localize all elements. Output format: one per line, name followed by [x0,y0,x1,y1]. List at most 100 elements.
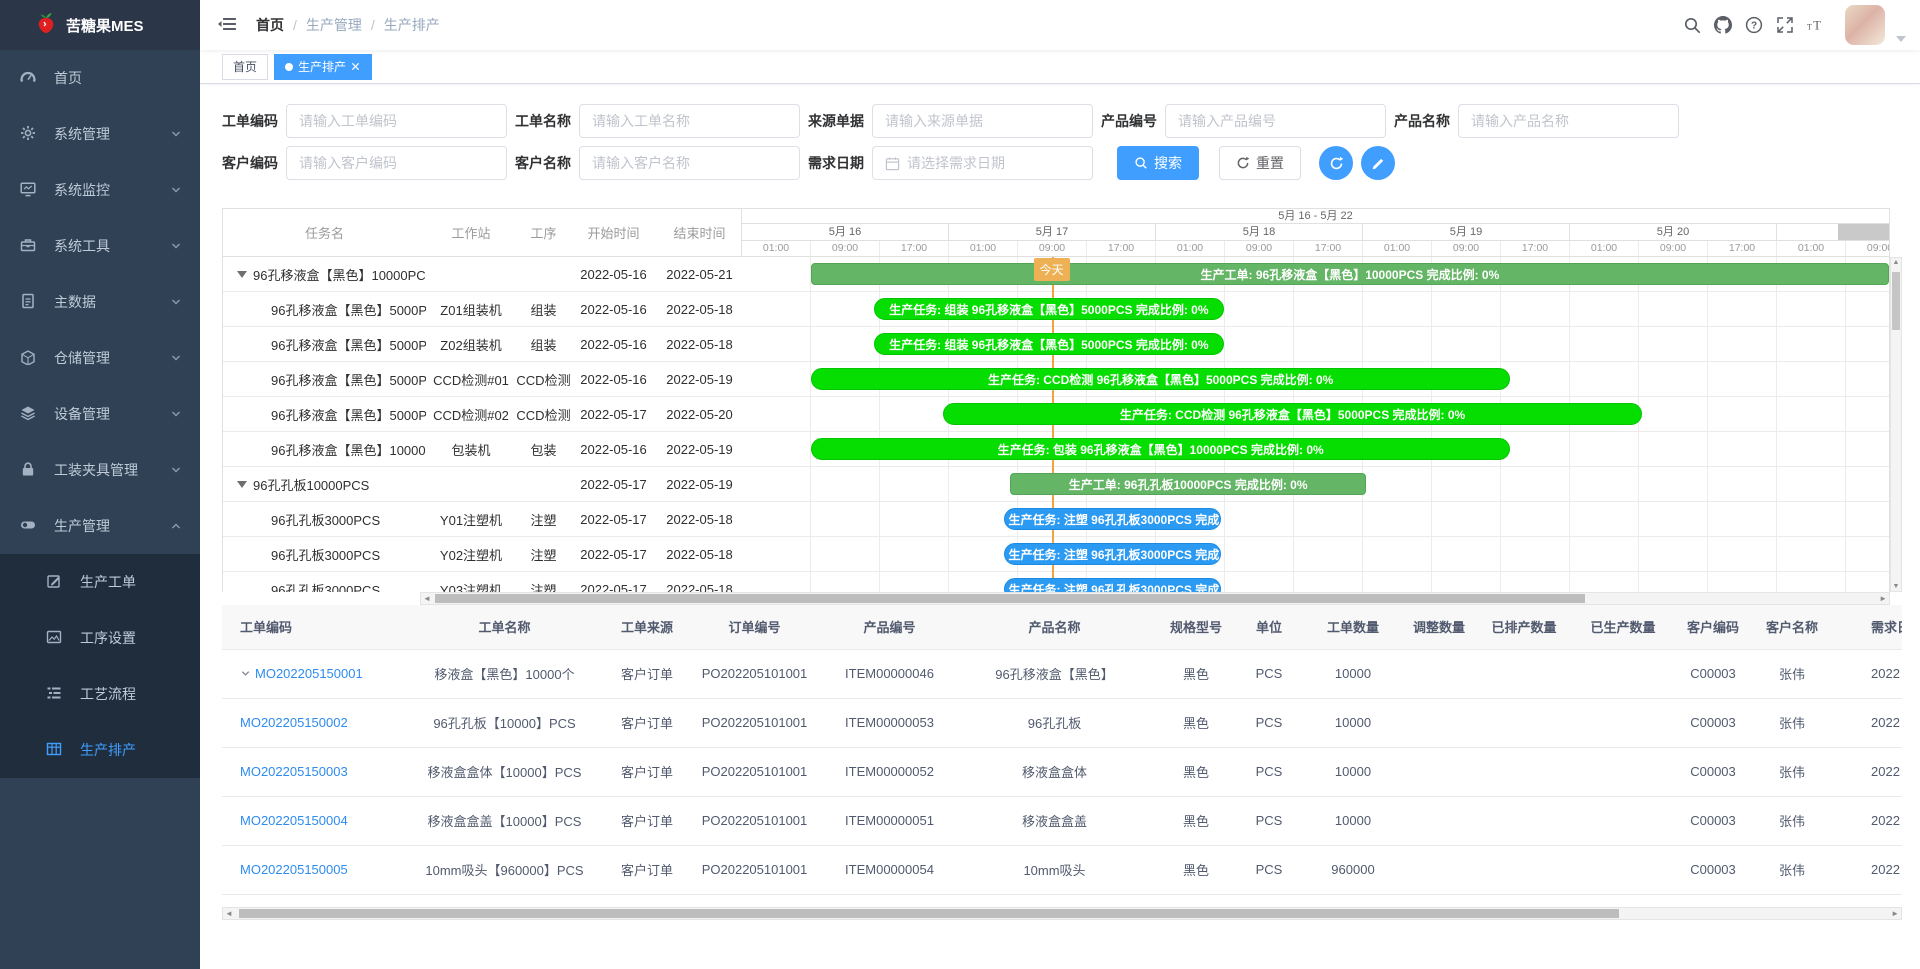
order-cell-source: 客户订单 [612,845,682,894]
filter-input-5[interactable] [286,146,507,180]
gantt-task-row-1[interactable]: 96孔移液盒【黑色】5000PCSZ01组装机组装2022-05-162022-… [223,292,742,327]
order-cell-source: 客户订单 [612,796,682,845]
gantt-hour-tick: 17:00 [1294,241,1363,256]
gantt-bar-selected-8[interactable]: 生产任务: 注塑 96孔孔板3000PCS 完成比例: 0% [1004,543,1222,565]
scroll-left-icon[interactable]: ◄ [225,908,233,920]
gantt-task-row-8[interactable]: 96孔孔板3000PCSY02注塑机注塑2022-05-172022-05-18 [223,537,742,572]
reset-button[interactable]: 重置 [1219,146,1301,180]
sidebar-item-1[interactable]: 系统管理 [0,106,200,162]
gantt-horizontal-scrollbar[interactable]: ◄ ► [420,592,1890,605]
gantt-vertical-scrollbar[interactable]: ▲ ▼ [1890,257,1902,592]
order-code-link[interactable]: MO202205150002 [240,715,348,730]
gantt-bar-label: 生产任务: 组装 96孔移液盒【黑色】5000PCS 完成比例: 0% [889,301,1208,318]
gantt-task-row-9[interactable]: 96孔孔板3000PCSY03注塑机注塑2022-05-172022-05-18 [223,572,742,592]
gantt-task-row-4[interactable]: 96孔移液盒【黑色】5000PCSCCD检测#02CCD检测2022-05-17… [223,397,742,432]
avatar[interactable] [1845,5,1885,45]
filter-input-1[interactable] [579,104,800,138]
caret-down-icon[interactable] [1896,29,1906,35]
sidebar-collapse-icon[interactable] [218,16,238,34]
gantt-bar-row-0: 生产工单: 96孔移液盒【黑色】10000PCS 完成比例: 0% [742,257,1889,292]
order-cell-item_no: ITEM00000054 [827,845,952,894]
scrollbar-thumb[interactable] [1892,272,1900,330]
sidebar-item-3[interactable]: 系统工具 [0,218,200,274]
breadcrumb-home[interactable]: 首页 [256,15,284,35]
chevron-up-icon [170,520,182,532]
tab-1[interactable]: 生产排产 [274,54,372,80]
sidebar-subitem-0[interactable]: 生产工单 [0,554,200,610]
order-cell-produced_qty [1573,845,1673,894]
filter-input-2[interactable] [872,104,1093,138]
gantt-bar-task-5[interactable]: 生产任务: 包装 96孔移液盒【黑色】10000PCS 完成比例: 0% [811,438,1511,460]
close-icon[interactable] [351,62,361,72]
order-cell-unit: PCS [1235,649,1303,698]
top-navbar: 首页 / 生产管理 / 生产排产 ? TT [200,0,1920,50]
scroll-right-icon[interactable]: ► [1891,908,1899,920]
tree-collapse-icon[interactable] [237,271,247,278]
sidebar-item-0[interactable]: 首页 [0,50,200,106]
sidebar-item-2[interactable]: 系统监控 [0,162,200,218]
sidebar-item-6[interactable]: 设备管理 [0,386,200,442]
gantt-bar-selected-9[interactable]: 生产任务: 注塑 96孔孔板3000PCS 完成比例: 0% [1004,578,1222,592]
sidebar-subitem-3[interactable]: 生产排产 [0,722,200,778]
gantt-bar-label: 生产工单: 96孔移液盒【黑色】10000PCS 完成比例: 0% [1201,266,1500,283]
help-icon[interactable]: ? [1744,15,1764,35]
order-cell-unit: PCS [1235,845,1303,894]
scroll-left-icon[interactable]: ◄ [423,593,431,605]
sidebar-subitem-2[interactable]: 工艺流程 [0,666,200,722]
gantt-bar-project-0[interactable]: 生产工单: 96孔移液盒【黑色】10000PCS 完成比例: 0% [811,263,1889,285]
order-code-link[interactable]: MO202205150003 [240,764,348,779]
gantt-task-row-0[interactable]: 96孔移液盒【黑色】10000PCS2022-05-162022-05-21 [223,257,742,292]
scroll-up-icon[interactable]: ▲ [1891,259,1901,266]
order-code-link[interactable]: MO202205150001 [255,666,363,681]
order-cell-adjust_qty [1403,747,1475,796]
chevron-down-icon[interactable] [240,667,251,678]
refresh-button[interactable] [1319,146,1353,180]
demand-date-picker[interactable]: 请选择需求日期 [872,146,1093,180]
scrollbar-thumb[interactable] [435,594,1585,603]
gantt-task-row-7[interactable]: 96孔孔板3000PCSY01注塑机注塑2022-05-172022-05-18 [223,502,742,537]
gantt-bar-selected-7[interactable]: 生产任务: 注塑 96孔孔板3000PCS 完成比例: 0% [1004,508,1222,530]
sidebar-item-5[interactable]: 仓储管理 [0,330,200,386]
scroll-down-icon[interactable]: ▼ [1891,583,1901,590]
filter-input-4[interactable] [1458,104,1679,138]
gantt-task-row-6[interactable]: 96孔孔板10000PCS2022-05-172022-05-19 [223,467,742,502]
scrollbar-thumb[interactable] [239,909,1619,918]
breadcrumb-item-1[interactable]: 生产管理 [306,15,362,35]
gantt-bar-task-3[interactable]: 生产任务: CCD检测 96孔移液盒【黑色】5000PCS 完成比例: 0% [811,368,1511,390]
filter-input-3[interactable] [1165,104,1386,138]
tree-collapse-icon[interactable] [237,481,247,488]
gantt-hour-tick: 09:00 [1432,241,1501,256]
order-code-link[interactable]: MO202205150005 [240,862,348,877]
filter-label: 来源单据 [808,111,872,131]
sidebar-item-4[interactable]: 主数据 [0,274,200,330]
tab-0[interactable]: 首页 [222,54,268,80]
gantt-task-row-5[interactable]: 96孔移液盒【黑色】10000PCS包装机包装2022-05-162022-05… [223,432,742,467]
gantt-bar-task-4[interactable]: 生产任务: CCD检测 96孔移液盒【黑色】5000PCS 完成比例: 0% [943,403,1643,425]
search-button[interactable]: 搜索 [1117,146,1199,180]
gantt-bar-task-1[interactable]: 生产任务: 组装 96孔移液盒【黑色】5000PCS 完成比例: 0% [874,298,1224,320]
task-name: 96孔移液盒【黑色】5000PCS [223,335,426,354]
search-icon[interactable] [1682,15,1702,35]
gantt-bar-project-6[interactable]: 生产工单: 96孔孔板10000PCS 完成比例: 0% [1010,473,1366,495]
scroll-right-icon[interactable]: ► [1879,593,1887,605]
font-size-icon[interactable]: TT [1806,15,1826,35]
filter-input-6[interactable] [579,146,800,180]
filter-input-0[interactable] [286,104,507,138]
app-logo[interactable]: 苦糖果MES [0,0,200,50]
breadcrumb-item-2: 生产排产 [384,15,440,35]
gantt-bar-row-4: 生产任务: CCD检测 96孔移液盒【黑色】5000PCS 完成比例: 0% [742,397,1889,432]
table-header-row: 工单编码工单名称工单来源订单编号产品编号产品名称规格型号单位工单数量调整数量已排… [222,605,1902,649]
gantt-task-row-3[interactable]: 96孔移液盒【黑色】5000PCSCCD检测#01CCD检测2022-05-16… [223,362,742,397]
fullscreen-icon[interactable] [1775,15,1795,35]
sidebar-item-7[interactable]: 工装夹具管理 [0,442,200,498]
sidebar-subitem-1[interactable]: 工序设置 [0,610,200,666]
table-horizontal-scrollbar[interactable]: ◄ ► [222,907,1902,920]
gantt-bar-task-2[interactable]: 生产任务: 组装 96孔移液盒【黑色】5000PCS 完成比例: 0% [874,333,1224,355]
edit-schedule-button[interactable] [1361,146,1395,180]
sidebar-item-8[interactable]: 生产管理 [0,498,200,554]
order-cell-demand_date: 2022 [1831,747,1902,796]
order-code-link[interactable]: MO202205150004 [240,813,348,828]
github-icon[interactable] [1713,15,1733,35]
gantt-task-row-2[interactable]: 96孔移液盒【黑色】5000PCSZ02组装机组装2022-05-162022-… [223,327,742,362]
task-name: 96孔孔板3000PCS [223,510,426,529]
